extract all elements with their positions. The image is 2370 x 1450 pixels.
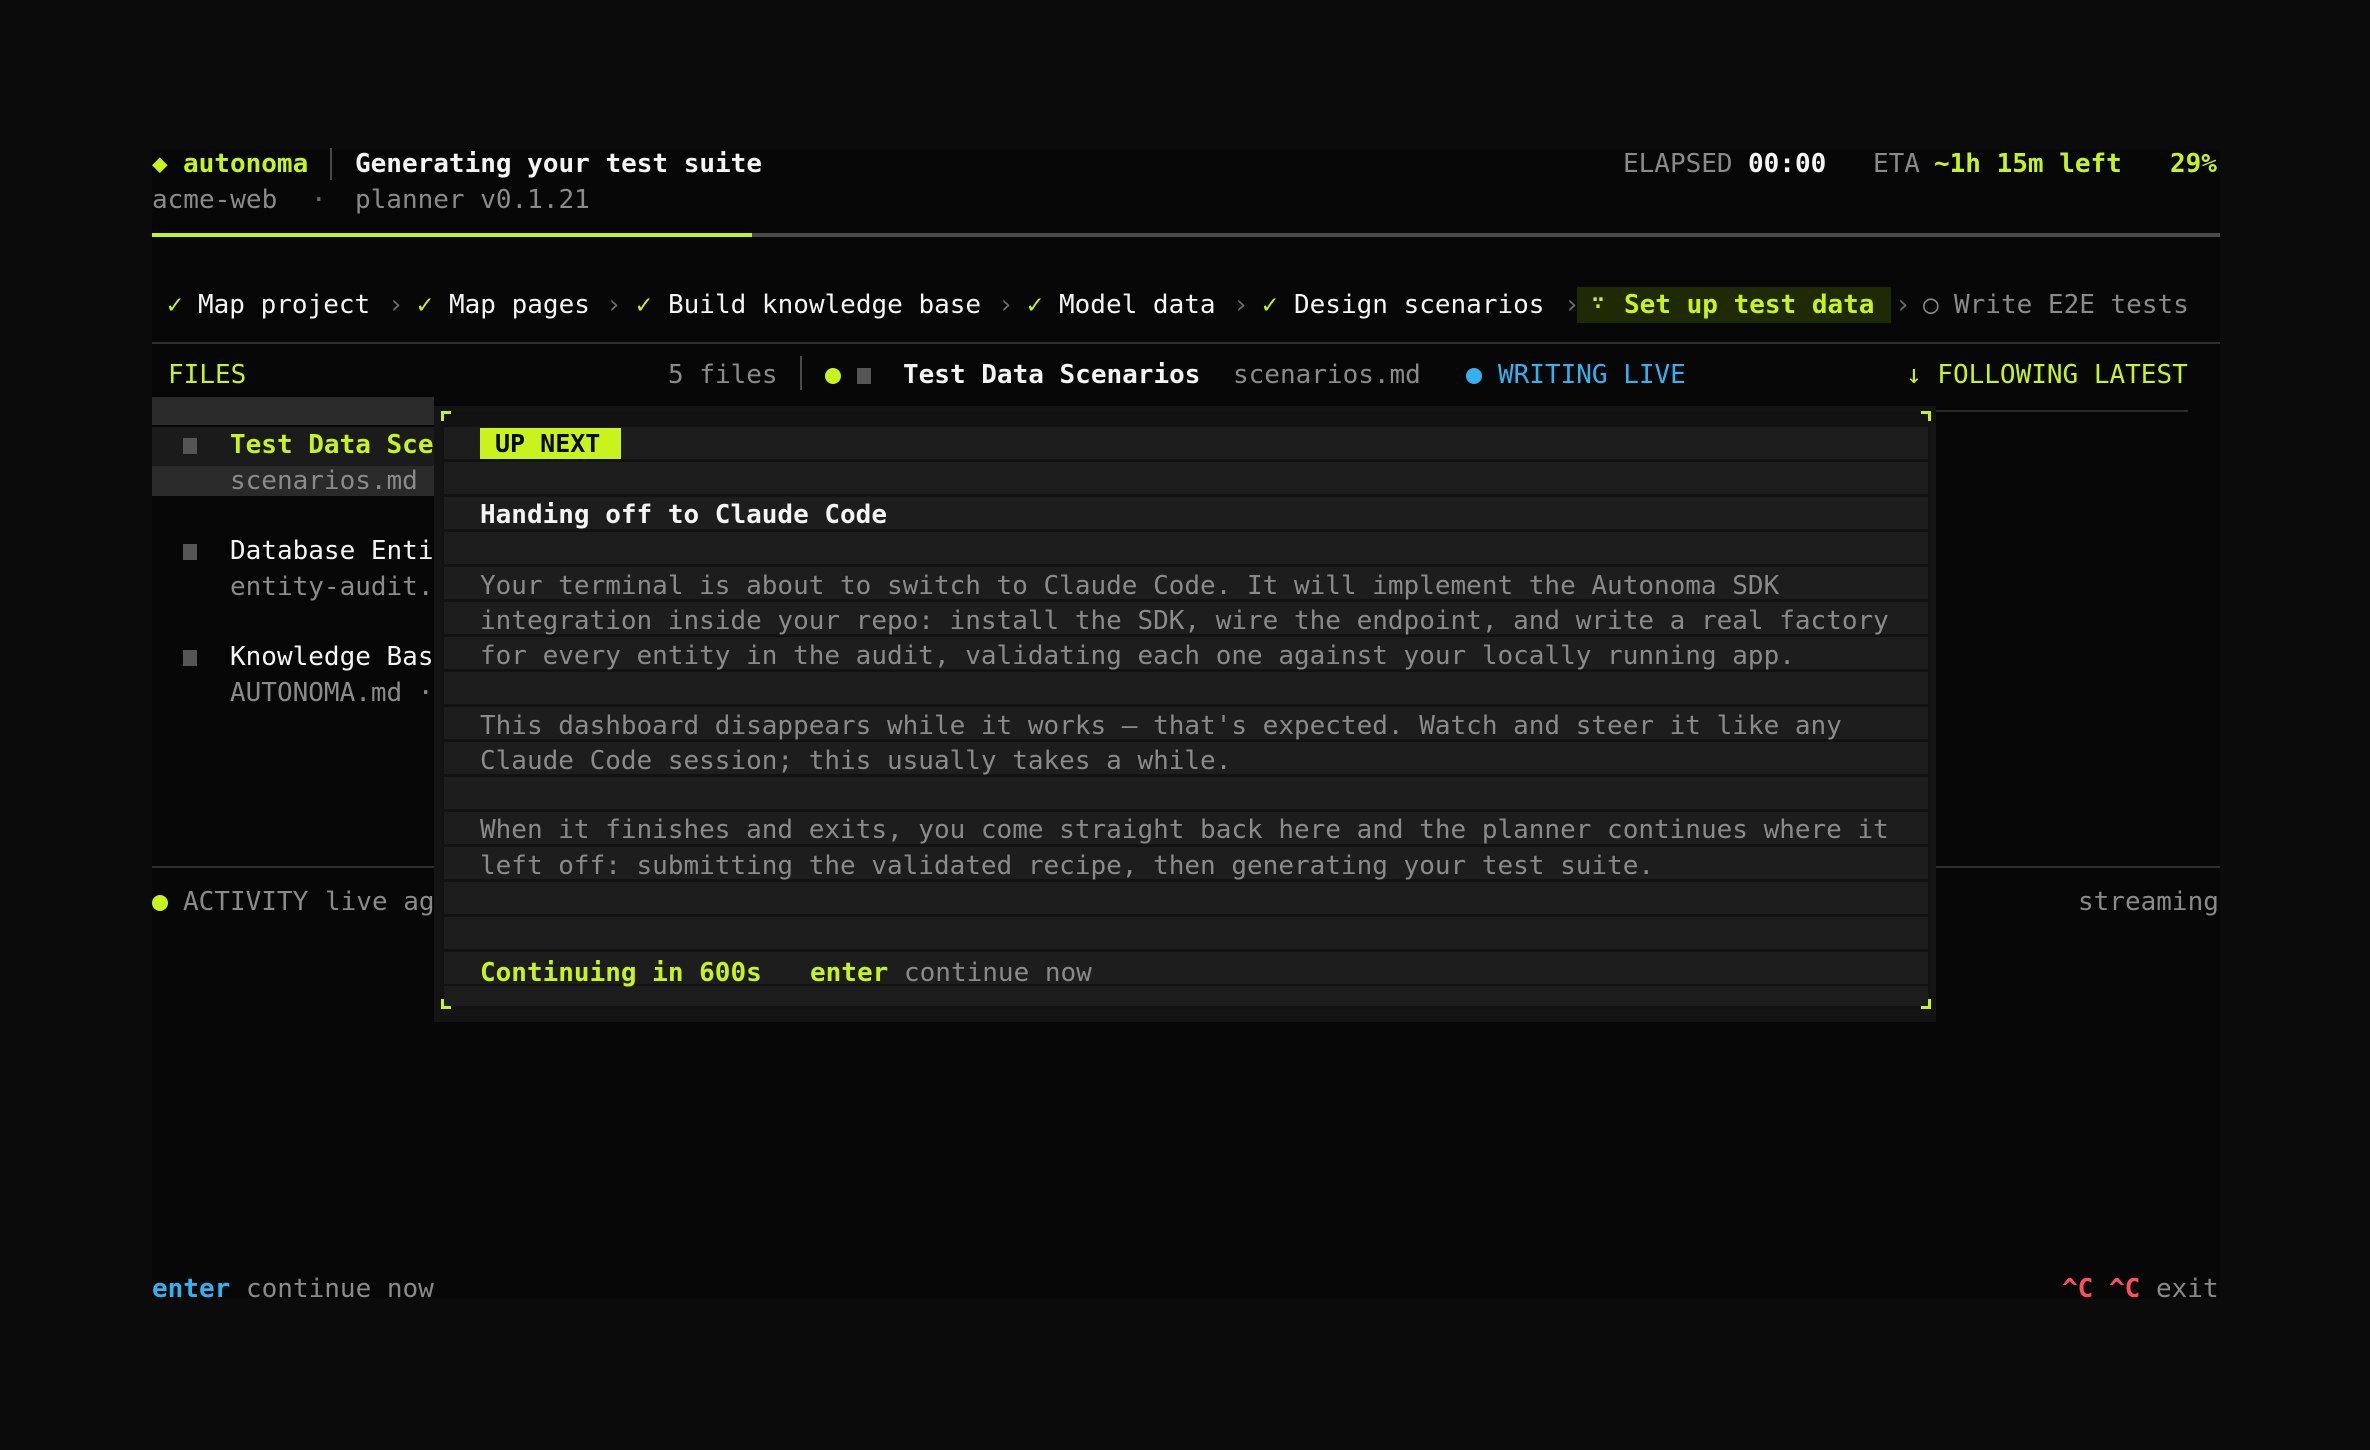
continue-now-label: continue now [904, 958, 1092, 988]
check-icon: ✓ [417, 290, 433, 320]
files-title: FILES [168, 360, 247, 390]
step-label: Write E2E tests [1954, 290, 2189, 320]
doc-status-dot [825, 368, 841, 384]
countdown-text: Continuing in 600s [480, 958, 762, 988]
step-label: Build knowledge base [668, 290, 982, 320]
file-name: Database Enti [230, 536, 434, 566]
elapsed-value: 00:00 [1748, 149, 1827, 179]
brand-diamond-icon: ◆ [152, 149, 168, 179]
footer-enter-key: enter [152, 1274, 231, 1304]
file-path: entity-audit. [230, 572, 434, 602]
modal-paragraph-line: This dashboard disappears while it works… [480, 711, 1842, 741]
following-latest-toggle[interactable]: ↓ FOLLOWING LATEST [1906, 362, 2188, 388]
modal-paragraph-line: for every entity in the audit, validatin… [480, 641, 1795, 671]
chevron-right-icon: › [1233, 290, 1249, 320]
files-doc-divider [800, 356, 802, 390]
check-icon: ✓ [636, 290, 652, 320]
document-icon [857, 368, 871, 384]
eta-value: ~1h 15m left [1934, 149, 2122, 179]
modal-row-band [444, 427, 1928, 459]
modal-row-band [444, 672, 1928, 704]
modal-row-band [444, 777, 1928, 809]
progress-bar-fill [152, 233, 752, 237]
doc-filename: scenarios.md [1233, 360, 1421, 390]
modal-row-band [444, 986, 1928, 1006]
enter-key-hint: enter [810, 958, 889, 988]
live-dot [1466, 368, 1482, 384]
files-count: 5 files [668, 360, 778, 390]
header-divider [330, 148, 332, 180]
elapsed-label: ELAPSED [1623, 149, 1733, 179]
file-path: AUTONOMA.md · [230, 678, 434, 708]
streaming-status: streaming [2078, 887, 2219, 917]
eta-label: ETA [1873, 149, 1920, 179]
steps-divider [152, 342, 2220, 344]
modal-row-band [444, 462, 1928, 494]
activity-live-text: live ag [325, 887, 435, 917]
check-icon: ✓ [1027, 290, 1043, 320]
chevron-right-icon: › [1564, 290, 1580, 320]
up-next-badge: UP NEXT [480, 428, 621, 459]
chevron-right-icon: › [998, 290, 1014, 320]
progress-bar [152, 233, 2220, 237]
brand-name: autonoma [183, 149, 309, 179]
step-label: Map pages [449, 290, 590, 320]
check-icon: ✓ [167, 290, 183, 320]
activity-label: ACTIVITY [183, 887, 309, 917]
exit-keys: ^C ^C [2062, 1274, 2141, 1304]
modal-paragraph-line: left off: submitting the validated recip… [480, 851, 1654, 881]
header-dot-separator: · [311, 185, 327, 215]
file-path: scenarios.md [230, 466, 418, 496]
planner-version: planner v0.1.21 [355, 185, 590, 215]
footer-continue-label: continue now [246, 1274, 434, 1304]
modal-title: Handing off to Claude Code [480, 500, 887, 530]
project-name: acme-web [152, 185, 278, 215]
modal-row-band [444, 532, 1928, 564]
doc-title: Test Data Scenarios [903, 360, 1201, 390]
modal-paragraph-line: Your terminal is about to switch to Clau… [480, 571, 1780, 601]
doc-header-underline [1930, 410, 2188, 412]
document-icon [183, 438, 197, 454]
step-label: Set up test data [1624, 290, 1875, 320]
modal-paragraph-line: integration inside your repo: install th… [480, 606, 1889, 636]
chevron-right-icon: › [606, 290, 622, 320]
check-icon: ✓ [1262, 290, 1278, 320]
step-label: Model data [1059, 290, 1216, 320]
spinner-icon: ∵ [1592, 290, 1605, 314]
chevron-right-icon: › [1895, 290, 1911, 320]
file-name: Test Data Sce [230, 430, 434, 460]
modal-corner-bottom-left [441, 999, 451, 1009]
modal-corner-bottom-right [1921, 999, 1931, 1009]
modal-corner-top-right [1921, 411, 1931, 421]
writing-live-status: WRITING LIVE [1498, 360, 1686, 390]
modal-paragraph-line: When it finishes and exits, you come str… [480, 815, 1889, 845]
files-header-strip [152, 397, 434, 425]
page-title: Generating your test suite [355, 149, 762, 179]
step-label: Design scenarios [1294, 290, 1545, 320]
step-label: Map project [198, 290, 371, 320]
file-name: Knowledge Bas [230, 642, 434, 672]
pending-circle-icon: ○ [1923, 290, 1939, 320]
modal-paragraph-line: Claude Code session; this usually takes … [480, 746, 1232, 776]
chevron-right-icon: › [388, 290, 404, 320]
activity-dot [152, 895, 168, 911]
document-icon [183, 650, 197, 666]
modal-row-band [444, 882, 1928, 914]
progress-percent: 29% [2170, 149, 2217, 179]
document-icon [183, 544, 197, 560]
modal-row-band [444, 917, 1928, 949]
exit-label: exit [2156, 1274, 2219, 1304]
modal-corner-top-left [441, 411, 451, 421]
